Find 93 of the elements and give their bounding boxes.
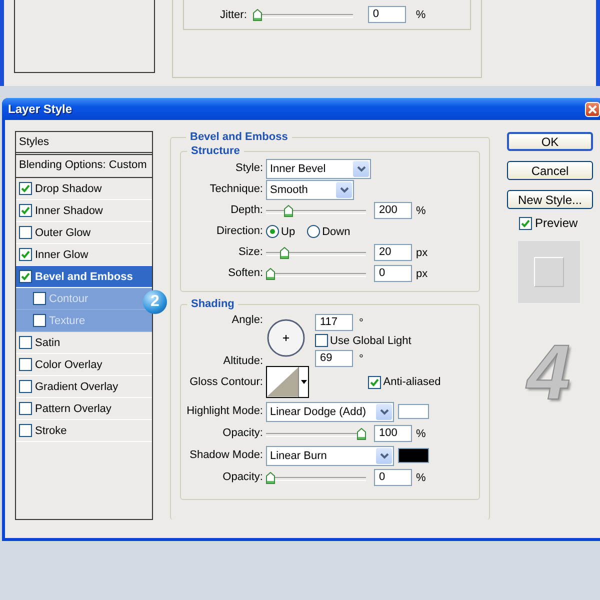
style-list-item[interactable]: Satin [16,332,152,354]
number-field[interactable]: 200 [374,202,412,219]
field-label: Opacity: [222,426,263,441]
dropdown[interactable]: Linear Dodge (Add) [266,402,394,422]
angle-dial[interactable] [266,318,306,358]
field-label: Opacity: [222,470,263,485]
field-label: Style: [234,161,263,176]
number-field[interactable]: 0 [374,469,412,486]
checkbox-label: Use Global Light [330,334,412,346]
slider-thumb[interactable] [357,428,366,440]
checkbox[interactable] [19,182,32,195]
style-list-item[interactable]: Color Overlay [16,354,152,376]
checkbox[interactable] [519,216,532,230]
group-title: Shading [190,298,236,310]
styles-header[interactable]: Styles [16,132,152,155]
jitter-label: Jitter: [220,8,247,20]
close-icon[interactable] [585,102,600,116]
number-field[interactable]: 117 [315,314,353,331]
number-field[interactable]: 69 [315,350,353,367]
number-field[interactable]: 0 [374,265,412,282]
checkbox[interactable] [19,424,32,437]
unit-label: % [416,204,426,216]
slider-thumb[interactable] [284,204,294,216]
unit-label: ° [359,352,364,364]
field-label: Direction: [216,224,263,239]
slider-thumb[interactable] [266,268,275,280]
color-swatch[interactable] [398,448,429,463]
group-title: Bevel and Emboss [189,131,289,143]
checkbox[interactable] [19,336,32,349]
chevron-down-icon [376,404,392,420]
field-label: Gloss Contour: [188,376,263,388]
preview-square [534,257,564,287]
radio-button[interactable] [307,225,320,238]
dialog-button[interactable]: OK [507,132,593,151]
style-list-item[interactable]: Stroke [16,420,152,442]
checkbox[interactable] [19,204,32,217]
unit-label: % [416,8,426,20]
window-title: Layer Style [8,102,72,116]
field-label: Angle: [230,314,263,326]
checkbox[interactable] [33,314,46,327]
field-label: Highlight Mode: [186,404,263,419]
checkbox-label: Preview [535,216,578,230]
checkbox[interactable] [19,358,32,371]
unit-label: % [416,472,426,484]
field-label: Depth: [230,203,263,218]
dropdown[interactable]: Smooth [266,180,354,200]
radio-label: Up [281,226,296,238]
number-field[interactable]: 100 [374,425,412,442]
chevron-down-icon [336,182,352,198]
checkbox[interactable] [19,402,32,415]
slider-thumb[interactable] [266,472,275,484]
checkbox[interactable] [19,380,32,393]
unit-label: px [416,268,428,280]
unit-label: % [416,428,426,440]
dialog-button[interactable]: Cancel [507,161,593,180]
dialog-button[interactable]: New Style... [507,190,593,209]
checkbox[interactable] [19,226,32,239]
style-list-item[interactable]: Bevel and Emboss [16,266,152,288]
checkbox[interactable] [315,334,328,347]
dropdown[interactable]: Linear Burn [266,446,394,466]
caret-icon [300,380,307,384]
group-title: Structure [190,145,241,157]
step-number: 4 [527,333,570,411]
field-label: Soften: [227,266,263,281]
checkbox[interactable] [19,248,32,261]
style-list-item[interactable]: Pattern Overlay [16,398,152,420]
slider-thumb[interactable] [280,246,289,258]
unit-label: px [416,246,428,258]
field-label: Size: [238,245,263,260]
blending-options-item[interactable]: Blending Options: Custom [16,155,152,178]
style-list-item[interactable]: Inner Shadow [16,200,152,222]
contour-picker[interactable] [266,366,309,398]
style-list-item[interactable]: Gradient Overlay [16,376,152,398]
color-swatch[interactable] [398,404,429,419]
checkbox[interactable] [33,292,46,305]
checkbox-label: Anti-aliased [383,376,441,388]
field-label: Shadow Mode: [188,448,263,463]
chevron-down-icon [376,448,392,464]
radio-label: Down [322,226,350,238]
checkbox[interactable] [368,376,382,388]
field-label: Altitude: [222,355,263,367]
number-field[interactable]: 0 [368,6,406,23]
style-list-item[interactable]: Outer Glow [16,222,152,244]
checkbox[interactable] [19,270,32,283]
slider-thumb[interactable] [252,8,262,20]
step-number: 2 [143,290,167,314]
radio-button[interactable] [266,225,279,238]
unit-label: ° [359,316,364,328]
style-list-item[interactable]: Drop Shadow [16,178,152,200]
number-field[interactable]: 20 [374,244,412,261]
dropdown[interactable]: Inner Bevel [266,158,371,178]
field-label: Technique: [208,182,263,197]
chevron-down-icon [353,160,369,176]
